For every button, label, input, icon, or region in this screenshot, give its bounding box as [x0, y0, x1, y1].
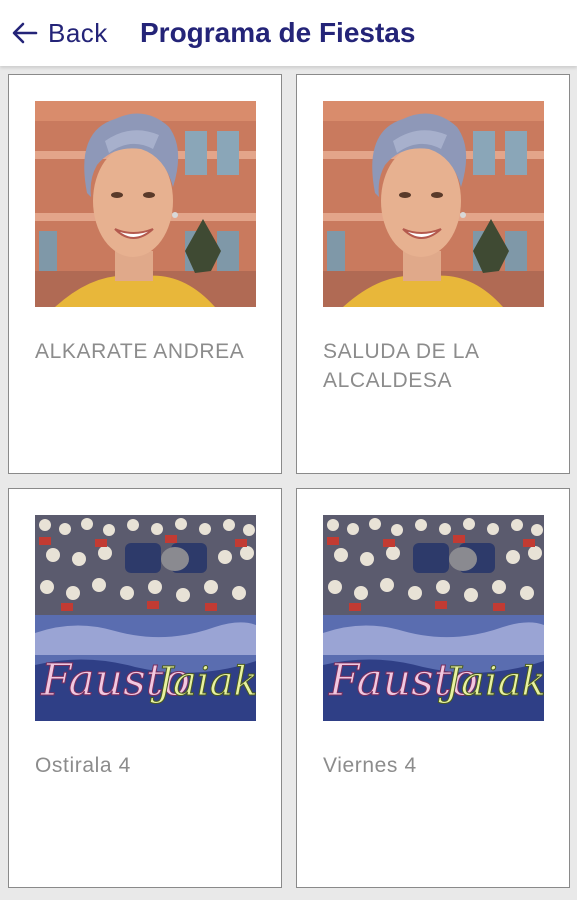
card-label: ALKARATE ANDREA [35, 340, 245, 363]
portrait-photo [323, 101, 544, 307]
svg-text:Jaiak: Jaiak [150, 659, 256, 705]
fausto-jaiak-poster: Fausto Jaiak [323, 515, 544, 721]
portrait-photo [35, 101, 256, 307]
fausto-jaiak-poster: Fausto Jaiak [35, 515, 256, 721]
card-label: Ostirala 4 [35, 754, 131, 777]
program-grid: ALKARATE ANDREA SALUDA DE LA ALCALDESA F… [0, 66, 577, 900]
card-label: SALUDA DE LA ALCALDESA [323, 340, 479, 392]
arrow-left-icon [12, 22, 38, 44]
program-card-saluda-alcaldesa[interactable]: SALUDA DE LA ALCALDESA [296, 74, 570, 474]
program-card-viernes-4[interactable]: Fausto Jaiak Viernes 4 [296, 488, 570, 888]
back-label: Back [48, 17, 108, 48]
program-card-alkarate-andrea[interactable]: ALKARATE ANDREA [8, 74, 282, 474]
back-button[interactable]: Back [10, 14, 108, 52]
page-title: Programa de Fiestas [140, 17, 416, 48]
svg-text:Jaiak: Jaiak [438, 659, 544, 705]
program-card-ostirala-4[interactable]: Fausto Jaiak Ostirala 4 [8, 488, 282, 888]
card-label: Viernes 4 [323, 754, 417, 777]
top-bar: Back Programa de Fiestas [0, 0, 577, 66]
